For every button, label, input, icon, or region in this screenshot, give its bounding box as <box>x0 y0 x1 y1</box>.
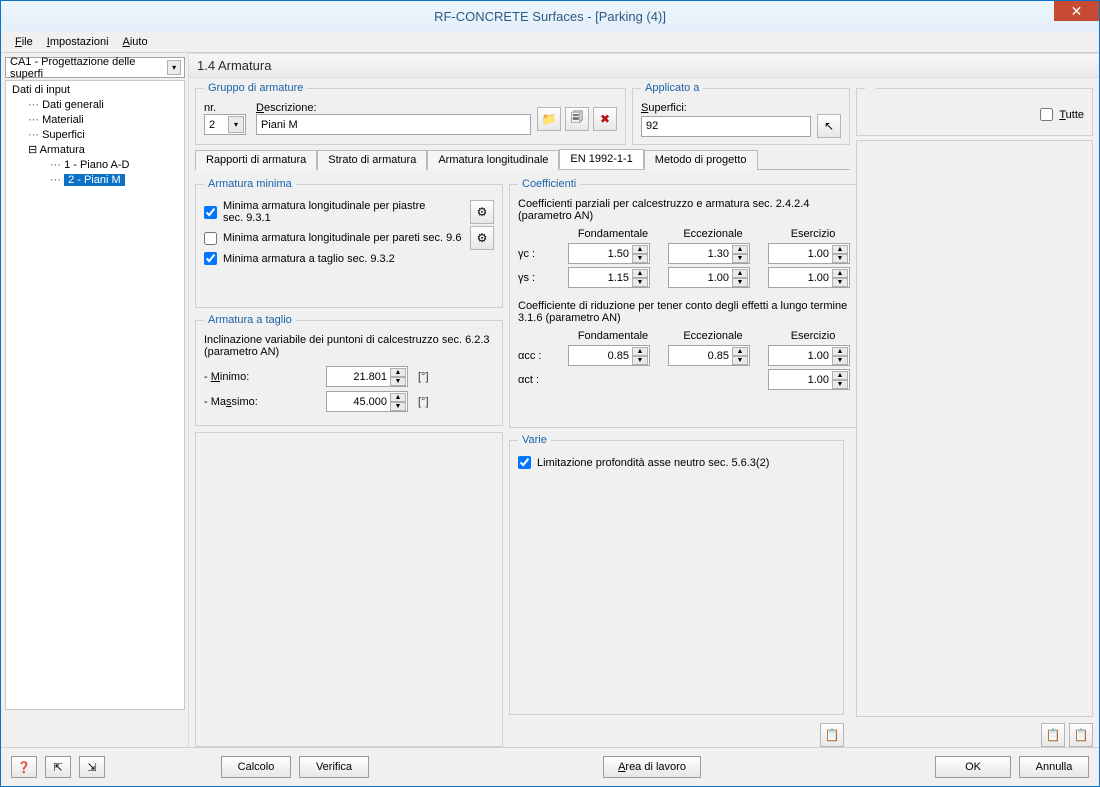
chk-all-surfaces[interactable]: Tutte <box>865 108 1084 121</box>
tab-en1992[interactable]: EN 1992-1-1 <box>559 149 643 169</box>
tree-item[interactable]: ⋯ Superfici <box>6 127 184 142</box>
tab-method[interactable]: Metodo di progetto <box>644 150 758 170</box>
alpha-cc-exc-input[interactable]: 0.85▲▼ <box>668 345 750 366</box>
clipboard-icon: 📋 <box>1046 728 1061 742</box>
gear-icon: ⚙ <box>477 231 488 245</box>
preview-clipboard-button-1[interactable]: 📋 <box>1041 723 1065 747</box>
new-group-button[interactable]: 📁 <box>537 107 561 131</box>
ok-button[interactable]: OK <box>935 756 1011 778</box>
group-descr-input[interactable]: Piani M <box>256 114 531 135</box>
chk-limit-neutral-axis[interactable]: Limitazione profondità asse neutro sec. … <box>518 456 835 469</box>
chk-min-wall[interactable]: Minima armatura longitudinale per pareti… <box>204 232 461 245</box>
spinner-icon[interactable]: ▲▼ <box>390 393 406 410</box>
title-bar: RF-CONCRETE Surfaces - [Parking (4)] ✕ <box>1 1 1099 31</box>
cancel-button[interactable]: Annulla <box>1019 756 1089 778</box>
delete-icon: ✖ <box>600 112 610 126</box>
min-slab-settings-button[interactable]: ⚙ <box>470 200 494 224</box>
menu-file[interactable]: File <box>9 34 39 50</box>
import-button[interactable]: ⇱ <box>45 756 71 778</box>
calc-button[interactable]: Calcolo <box>221 756 291 778</box>
group-nr-select[interactable]: 2 ▾ <box>204 114 246 135</box>
gamma-c-serv-input[interactable]: 1.00▲▼ <box>768 243 850 264</box>
coefficients-fieldset: Coefficienti Coefficienti parziali per c… <box>509 178 867 428</box>
alpha-cc-serv-input[interactable]: 1.00▲▼ <box>768 345 850 366</box>
tree-root[interactable]: Dati di input <box>6 83 184 97</box>
tree-item[interactable]: ⋯ Materiali <box>6 112 184 127</box>
export-icon: ⇲ <box>87 761 96 774</box>
close-button[interactable]: ✕ <box>1054 1 1099 21</box>
nav-tree[interactable]: Dati di input ⋯ Dati generali ⋯ Material… <box>5 80 185 710</box>
gamma-s-fund-input[interactable]: 1.15▲▼ <box>568 267 650 288</box>
help-button[interactable]: ❓ <box>11 756 37 778</box>
alpha-cc-fund-input[interactable]: 0.85▲▼ <box>568 345 650 366</box>
min-armatura-fieldset: Armatura minima Minima armatura longitud… <box>195 178 503 308</box>
menu-bar: File Impostazioni Aiuto <box>1 31 1099 53</box>
section-title: 1.4 Armatura <box>189 53 1099 78</box>
close-icon: ✕ <box>1071 3 1083 20</box>
workarea-button[interactable]: Area di lavoro <box>603 756 701 778</box>
tree-item[interactable]: ⋯ Dati generali <box>6 97 184 112</box>
applied-surfaces-input[interactable]: 92 <box>641 116 811 137</box>
case-combo[interactable]: CA1 - Progettazione delle superfi ▾ <box>5 57 185 78</box>
min-wall-settings-button[interactable]: ⚙ <box>470 226 494 250</box>
tree-item-armatura[interactable]: ⊟ Armatura <box>6 142 184 157</box>
chk-min-slab[interactable]: Minima armatura longitudinale per piastr… <box>204 200 443 224</box>
gear-icon: ⚙ <box>477 205 488 219</box>
alpha-ct-serv-input[interactable]: 1.00▲▼ <box>768 369 850 390</box>
clipboard-icon: 📋 <box>825 728 840 742</box>
chevron-down-icon: ▾ <box>167 60 181 75</box>
shear-fieldset: Armatura a taglio Inclinazione variabile… <box>195 314 503 426</box>
tree-sub-item[interactable]: ⋯ 1 - Piano A-D <box>6 157 184 172</box>
folder-plus-icon: 📁 <box>542 112 557 126</box>
gamma-s-serv-input[interactable]: 1.00▲▼ <box>768 267 850 288</box>
applied-all-fieldset: . Tutte <box>856 82 1093 136</box>
verify-button[interactable]: Verifica <box>299 756 369 778</box>
gamma-s-exc-input[interactable]: 1.00▲▼ <box>668 267 750 288</box>
export-button[interactable]: ⇲ <box>79 756 105 778</box>
copy-group-button[interactable]: 🗐 <box>565 107 589 131</box>
preview-clipboard-button-2[interactable]: 📋 <box>1069 723 1093 747</box>
preview-fieldset <box>856 140 1093 717</box>
shear-min-input[interactable]: 21.801 ▲▼ <box>326 366 408 387</box>
pick-surface-button[interactable]: ↖ <box>817 114 841 138</box>
group-fieldset: Gruppo di armature nr. 2 ▾ <box>195 82 626 145</box>
empty-fieldset <box>195 432 503 747</box>
applied-to-fieldset: Applicato a Superfici: 92 ↖ <box>632 82 850 145</box>
menu-settings[interactable]: Impostazioni <box>41 34 115 50</box>
bottom-bar: ❓ ⇱ ⇲ Calcolo Verifica Area di lavoro OK… <box>1 747 1099 786</box>
gamma-c-exc-input[interactable]: 1.30▲▼ <box>668 243 750 264</box>
shear-max-input[interactable]: 45.000 ▲▼ <box>326 391 408 412</box>
clipboard-button[interactable]: 📋 <box>820 723 844 747</box>
varie-fieldset: Varie Limitazione profondità asse neutro… <box>509 434 844 715</box>
chevron-down-icon: ▾ <box>228 116 244 133</box>
clipboard-icon: 📋 <box>1074 728 1089 742</box>
spinner-icon[interactable]: ▲▼ <box>390 368 406 385</box>
tab-longitudinal[interactable]: Armatura longitudinale <box>427 150 559 170</box>
window-title: RF-CONCRETE Surfaces - [Parking (4)] <box>434 9 666 24</box>
tree-sub-item-selected[interactable]: ⋯ 2 - Piani M <box>6 172 184 187</box>
menu-help[interactable]: Aiuto <box>117 34 154 50</box>
tab-bar: Rapporti di armatura Strato di armatura … <box>195 149 850 170</box>
pick-icon: ↖ <box>824 119 834 133</box>
copy-icon: 🗐 <box>571 108 583 129</box>
delete-group-button[interactable]: ✖ <box>593 107 617 131</box>
tab-layer[interactable]: Strato di armatura <box>317 150 427 170</box>
import-icon: ⇱ <box>53 761 62 774</box>
chk-min-shear[interactable]: Minima armatura a taglio sec. 9.3.2 <box>204 252 494 265</box>
tab-ratios[interactable]: Rapporti di armatura <box>195 150 317 170</box>
gamma-c-fund-input[interactable]: 1.50▲▼ <box>568 243 650 264</box>
help-icon: ❓ <box>17 761 31 774</box>
